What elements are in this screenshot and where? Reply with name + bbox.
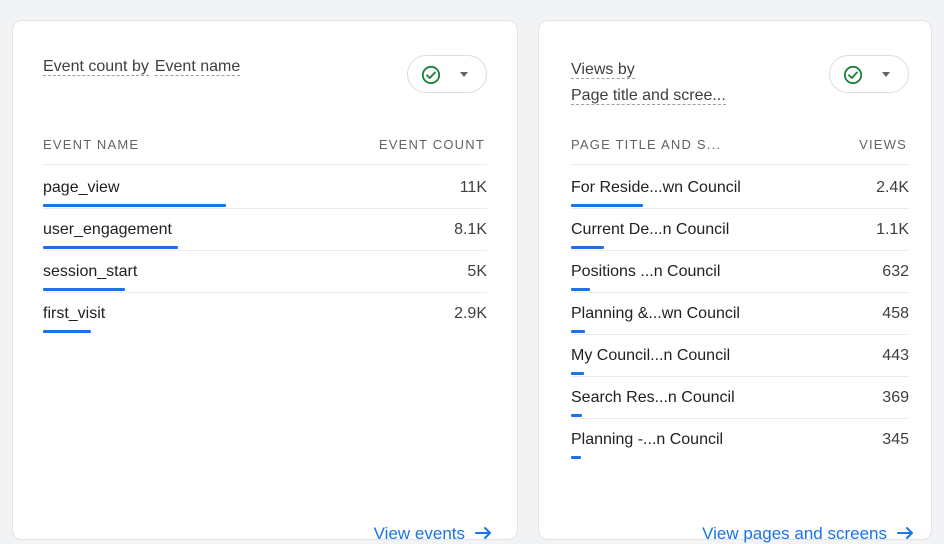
table-row[interactable]: user_engagement 8.1K bbox=[43, 209, 487, 251]
value-bar bbox=[43, 288, 125, 291]
value-bar bbox=[43, 246, 178, 249]
card-title: Event count by Event name bbox=[43, 55, 241, 79]
row-value: 369 bbox=[882, 389, 909, 406]
table-row[interactable]: For Reside...wn Council 2.4K bbox=[571, 167, 909, 209]
arrow-right-icon bbox=[475, 527, 491, 539]
value-bar bbox=[571, 456, 581, 459]
column-header-event-count[interactable]: EVENT COUNT bbox=[379, 137, 485, 152]
title-dimension[interactable]: Page title and scree... bbox=[571, 87, 726, 105]
table-row[interactable]: Current De...n Council 1.1K bbox=[571, 209, 909, 251]
table-row[interactable]: Search Res...n Council 369 bbox=[571, 377, 909, 419]
view-events-link[interactable]: View events bbox=[374, 524, 493, 544]
row-value: 632 bbox=[882, 263, 909, 280]
row-value: 11K bbox=[459, 179, 487, 196]
row-value: 2.9K bbox=[454, 305, 487, 322]
column-header-page-title[interactable]: PAGE TITLE AND S... bbox=[571, 137, 721, 152]
row-label: user_engagement bbox=[43, 221, 172, 238]
table-row[interactable]: Planning -...n Council 345 bbox=[571, 419, 909, 461]
value-bar bbox=[571, 288, 590, 291]
row-label: Planning -...n Council bbox=[571, 431, 724, 448]
row-value: 2.4K bbox=[876, 179, 909, 196]
view-pages-link[interactable]: View pages and screens bbox=[702, 524, 915, 544]
data-status-button[interactable] bbox=[407, 55, 487, 93]
value-bar bbox=[571, 414, 582, 417]
check-circle-icon bbox=[843, 65, 863, 85]
value-bar bbox=[571, 330, 585, 333]
title-metric[interactable]: Event count by bbox=[43, 58, 149, 76]
table-row[interactable]: My Council...n Council 443 bbox=[571, 335, 909, 377]
header-divider bbox=[43, 164, 487, 165]
table-row[interactable]: Planning &...wn Council 458 bbox=[571, 293, 909, 335]
row-label: For Reside...wn Council bbox=[571, 179, 741, 196]
title-metric[interactable]: Views by bbox=[571, 61, 635, 79]
view-events-label: View events bbox=[373, 524, 465, 543]
title-dimension[interactable]: Event name bbox=[154, 58, 241, 76]
chevron-down-icon bbox=[460, 72, 468, 77]
data-status-button[interactable] bbox=[829, 55, 909, 93]
value-bar bbox=[43, 330, 91, 333]
row-label: Positions ...n Council bbox=[571, 263, 721, 280]
views-card: Views by Page title and scree... PAGE TI… bbox=[538, 20, 932, 543]
chevron-down-icon bbox=[882, 72, 890, 77]
row-value: 443 bbox=[882, 347, 909, 364]
header-divider bbox=[571, 164, 909, 165]
row-value: 5K bbox=[467, 263, 487, 280]
row-label: page_view bbox=[43, 179, 120, 196]
row-label: Search Res...n Council bbox=[571, 389, 735, 406]
row-value: 458 bbox=[882, 305, 909, 322]
value-bar bbox=[571, 246, 604, 249]
table-row[interactable]: session_start 5K bbox=[43, 251, 487, 293]
value-bar bbox=[43, 204, 226, 207]
row-label: Current De...n Council bbox=[571, 221, 730, 238]
table-row[interactable]: Positions ...n Council 632 bbox=[571, 251, 909, 293]
event-count-card: Event count by Event name EVENT NAME EVEN… bbox=[12, 20, 518, 543]
view-pages-label: View pages and screens bbox=[702, 524, 887, 543]
row-value: 345 bbox=[882, 431, 909, 448]
arrow-right-icon bbox=[897, 527, 913, 539]
row-label: first_visit bbox=[43, 305, 106, 322]
table-row[interactable]: first_visit 2.9K bbox=[43, 293, 487, 335]
check-circle-icon bbox=[421, 65, 441, 85]
table-row[interactable]: page_view 11K bbox=[43, 167, 487, 209]
row-label: Planning &...wn Council bbox=[571, 305, 740, 322]
value-bar bbox=[571, 372, 584, 375]
row-value: 8.1K bbox=[454, 221, 487, 238]
card-title: Views by Page title and scree... bbox=[571, 58, 726, 108]
row-value: 1.1K bbox=[876, 221, 909, 238]
row-label: session_start bbox=[43, 263, 138, 280]
column-header-views[interactable]: VIEWS bbox=[859, 137, 907, 152]
row-label: My Council...n Council bbox=[571, 347, 731, 364]
column-header-event-name[interactable]: EVENT NAME bbox=[43, 137, 139, 152]
value-bar bbox=[571, 204, 643, 207]
